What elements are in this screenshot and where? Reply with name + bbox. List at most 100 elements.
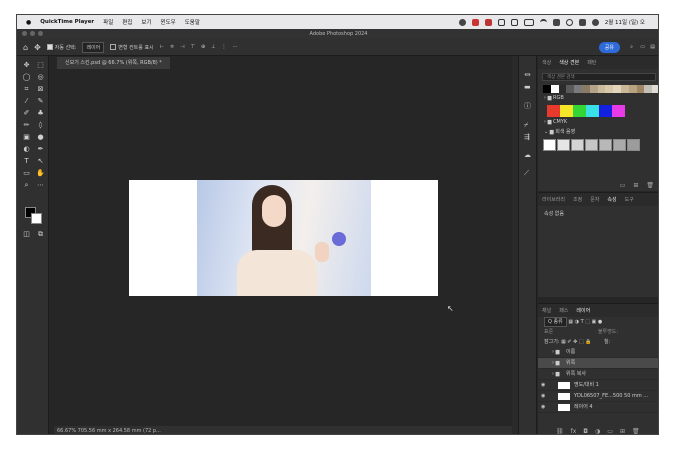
zoom-window-button[interactable] [38,31,43,36]
document-canvas[interactable] [129,180,438,296]
history-panel-icon[interactable]: ⏛ [524,71,532,79]
screen-mode-icon[interactable]: ⧉ [36,230,45,239]
delete-layer-icon[interactable]: 🗑 [632,428,640,434]
layer-row[interactable]: › ▆ 위쪽 [538,358,658,369]
color-swatch[interactable] [560,105,573,117]
crop-tool-icon[interactable]: ⌗ [22,85,31,94]
lock-icons[interactable]: ▦ ✐ ✥ ⬚ 🔒 [561,339,591,345]
layer-row[interactable]: ◉ 레이어 4 [538,402,658,413]
marquee-tool-icon[interactable]: ⬚ [36,61,45,70]
menu-window[interactable]: 윈도우 [161,18,176,26]
blend-mode-dropdown[interactable]: 표준 [544,329,553,335]
hand-tool-icon[interactable]: ✋ [36,169,45,178]
tab-paths[interactable]: 패스 [559,307,568,314]
layer-row[interactable]: › ▆ 이름 [538,347,658,358]
align-center-icon[interactable]: ≑ [170,44,174,50]
color-swatch[interactable] [557,139,570,151]
search-icon[interactable]: ⌕ [630,44,633,50]
color-swatch[interactable] [613,85,621,93]
blur-tool-icon[interactable]: ● [36,133,45,142]
menu-edit[interactable]: 편집 [122,18,132,26]
color-swatch[interactable] [581,85,590,93]
color-swatch[interactable] [586,105,599,117]
color-swatch[interactable] [613,139,626,151]
display-icon[interactable] [510,18,518,26]
move-tool-icon[interactable]: ✥ [22,61,31,70]
layer-kind-filter[interactable]: Q 종류 [544,317,567,327]
dodge-tool-icon[interactable]: ◐ [22,145,31,154]
quick-mask-icon[interactable]: ◫ [22,230,31,239]
menu-file[interactable]: 파일 [103,18,113,26]
path-select-tool-icon[interactable]: ↖ [36,157,45,166]
color-swatch[interactable] [599,139,612,151]
add-mask-icon[interactable]: ◘ [583,428,588,434]
fx-icon[interactable]: fx [571,428,577,434]
background-color-swatch[interactable] [31,213,42,224]
color-swatch[interactable] [573,105,586,117]
color-swatch[interactable] [628,85,637,93]
color-swatch[interactable] [636,85,645,93]
quick-select-tool-icon[interactable]: ◎ [36,73,45,82]
new-group-icon[interactable]: ▭ [620,182,626,189]
brush-settings-icon[interactable]: ⌿ [524,121,532,129]
color-swatch[interactable] [597,85,606,93]
align-middle-icon[interactable]: ⊕ [201,44,205,50]
eraser-tool-icon[interactable]: ◊ [36,121,45,130]
tab-character[interactable]: 문자 [590,196,599,203]
minimize-window-button[interactable] [30,31,35,36]
libraries-panel-icon[interactable]: ☁ [524,151,532,159]
layer-row[interactable]: › ▆ 위쪽 복사 [538,369,658,380]
more-tools-icon[interactable]: ⋯ [36,181,45,190]
opacity-label[interactable]: 불투명도: [598,327,618,337]
tab-properties[interactable]: 속성 [607,196,616,203]
more-options-icon[interactable]: ⋯ [233,44,238,50]
eyedropper-tool-icon[interactable]: ⁄ [22,97,31,106]
pen-tool-icon[interactable]: ✒ [36,145,45,154]
control-center-icon[interactable] [578,18,586,26]
apple-menu-icon[interactable]: ● [26,19,31,26]
adjustments-panel-icon[interactable]: ⇶ [524,133,532,141]
canvas-area[interactable] [54,70,512,426]
tab-color[interactable]: 색상 [542,59,551,66]
fill-label[interactable]: 칠: [604,337,610,347]
swatch-group-grayscale[interactable]: ⌄ ▆ 회색 음영 [538,127,658,137]
siri-icon[interactable] [591,18,599,26]
input-source-icon[interactable] [552,18,560,26]
share-button[interactable]: 공유 [598,42,620,53]
color-swatch[interactable] [599,105,612,117]
zoom-tool-icon[interactable]: ⌕ [22,181,31,190]
frame-tool-icon[interactable]: ⊠ [36,85,45,94]
wifi-icon[interactable] [539,18,547,26]
align-right-icon[interactable]: ⊣ [180,44,184,50]
info-panel-icon[interactable]: ⓘ [524,102,532,110]
color-swatch[interactable] [566,85,575,93]
history-brush-tool-icon[interactable]: ✏ [22,121,31,130]
gradient-tool-icon[interactable]: ▣ [22,133,31,142]
color-swatch[interactable] [620,85,629,93]
swatch-group-cmyk[interactable]: › ▆ CMYK [538,117,658,127]
new-swatch-icon[interactable]: ⊞ [633,182,638,189]
color-swatch[interactable] [547,105,560,117]
app-status-icon[interactable] [471,18,479,26]
tab-libraries[interactable]: 라이브러리 [542,196,565,203]
record-icon[interactable] [458,18,466,26]
auto-select-checkbox[interactable]: 자동 선택: [46,44,76,51]
creative-cloud-icon[interactable] [484,18,492,26]
lasso-tool-icon[interactable]: ◯ [22,73,31,82]
color-swatch[interactable] [589,85,598,93]
visibility-eye-icon[interactable]: ◉ [541,391,547,402]
visibility-eye-icon[interactable]: ◉ [541,402,547,413]
close-window-button[interactable] [22,31,27,36]
menubar-clock[interactable]: 2월 11일 (일) 오 [605,18,645,26]
battery-icon[interactable] [523,18,534,26]
healing-brush-tool-icon[interactable]: ✎ [36,97,45,106]
color-swatch[interactable] [571,139,584,151]
screen-mirror-icon[interactable] [497,18,505,26]
tab-channels[interactable]: 채널 [542,307,551,314]
auto-select-dropdown[interactable]: 레이어 [82,41,105,53]
tab-patterns[interactable]: 패턴 [587,59,596,66]
layer-row[interactable]: ◉ YDL06507_FE...500 50 mm ... [538,391,658,402]
layer-row[interactable]: ◉ 명도/대비 1 [538,380,658,391]
shape-tool-icon[interactable]: ▭ [22,169,31,178]
color-swatch[interactable] [543,85,551,93]
